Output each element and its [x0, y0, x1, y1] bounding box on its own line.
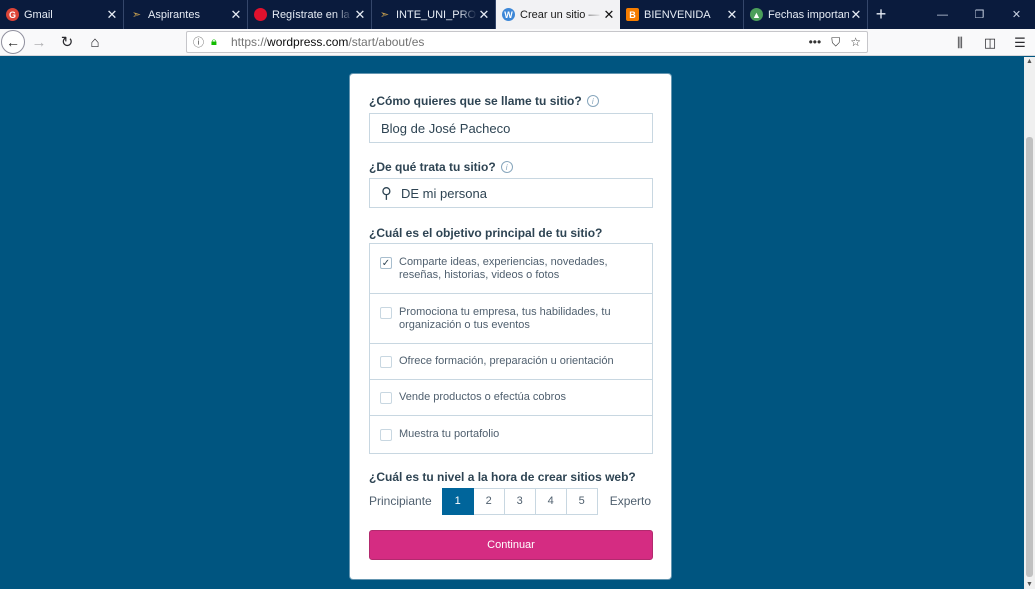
scroll-down-icon[interactable]: ▼ — [1024, 581, 1035, 588]
drive-icon: ▲ — [750, 8, 763, 21]
scrollbar-thumb[interactable] — [1026, 137, 1033, 577]
site-name-input[interactable]: Blog de José Pacheco — [369, 113, 653, 143]
page-scrollbar[interactable]: ▲ ▼ — [1024, 57, 1035, 589]
goal-option-share[interactable]: ✓ Comparte ideas, experiencias, novedade… — [370, 244, 652, 294]
search-icon: ⚲ — [381, 185, 392, 202]
level-label: ¿Cuál es tu nivel a la hora de crear sit… — [369, 470, 636, 484]
checkbox[interactable] — [380, 356, 392, 368]
close-icon[interactable]: ✕ — [477, 7, 491, 23]
tab-inte-uni[interactable]: ➣ INTE_UNI_PROPE_1 ✕ — [372, 0, 496, 29]
reload-button[interactable]: ↻ — [53, 29, 81, 56]
close-icon[interactable]: ✕ — [725, 7, 739, 23]
tab-title: BIENVENIDA — [644, 8, 711, 21]
restore-icon[interactable]: ❐ — [961, 0, 998, 29]
sidebar-icon[interactable]: ◫ — [975, 29, 1005, 56]
scroll-up-icon[interactable]: ▲ — [1024, 58, 1035, 65]
page-content: ¿Cómo quieres que se llame tu sitio? i B… — [0, 57, 1024, 589]
url-text[interactable]: https://wordpress.com/start/about/es — [231, 35, 424, 49]
menu-icon[interactable]: ☰ — [1005, 29, 1035, 56]
tab-bienvenida[interactable]: B BIENVENIDA ✕ — [620, 0, 744, 29]
level-option-5[interactable]: 5 — [565, 487, 598, 515]
wordpress-icon: W — [502, 8, 515, 21]
pocket-icon[interactable]: ⛉ — [831, 35, 840, 50]
level-option-3[interactable]: 3 — [503, 487, 536, 515]
new-tab-button[interactable]: + — [868, 0, 894, 29]
site-topic-label: ¿De qué trata tu sitio? i — [369, 160, 513, 174]
red-dot-icon — [254, 8, 267, 21]
tab-bar: G Gmail ✕ ➣ Aspirantes ✕ Regístrate en l… — [0, 0, 1035, 29]
level-option-1[interactable]: 1 — [441, 487, 474, 515]
close-icon[interactable]: ✕ — [849, 7, 863, 23]
minimize-icon[interactable]: — — [924, 0, 961, 29]
library-icon[interactable]: ⫼ — [945, 29, 975, 56]
uni-logo-icon: ➣ — [131, 9, 142, 21]
info-icon[interactable]: i — [586, 95, 599, 107]
goal-option-portfolio[interactable]: Muestra tu portafolio — [370, 416, 652, 453]
window-controls: — ❐ ✕ — [924, 0, 1035, 29]
level-min-label: Principiante — [369, 494, 432, 508]
goal-option-sell[interactable]: Vende productos o efectúa cobros — [370, 380, 652, 416]
close-icon[interactable]: ✕ — [353, 7, 367, 23]
experience-level: Principiante 1 2 3 4 5 Experto — [369, 487, 653, 515]
site-topic-input[interactable]: ⚲ DE mi persona — [369, 178, 653, 208]
back-button[interactable]: ← — [1, 30, 25, 54]
uni-logo-icon: ➣ — [379, 9, 390, 21]
blogger-icon: B — [626, 8, 639, 21]
level-option-4[interactable]: 4 — [534, 487, 567, 515]
tab-gmail[interactable]: G Gmail ✕ — [0, 0, 124, 29]
tab-crear-sitio[interactable]: W Crear un sitio — Wo ✕ — [496, 0, 620, 29]
goal-option-educate[interactable]: Ofrece formación, preparación u orientac… — [370, 344, 652, 380]
bookmark-star-icon[interactable]: ☆ — [850, 35, 861, 50]
forward-button[interactable]: → — [25, 29, 53, 56]
level-option-2[interactable]: 2 — [472, 487, 505, 515]
page-actions-icon[interactable]: ••• — [809, 35, 822, 50]
tab-registrate[interactable]: Regístrate en la UNI ✕ — [248, 0, 372, 29]
continue-button[interactable]: Continuar — [369, 530, 653, 560]
goal-option-promote[interactable]: Promociona tu empresa, tus habilidades, … — [370, 294, 652, 344]
tab-aspirantes[interactable]: ➣ Aspirantes ✕ — [124, 0, 248, 29]
tab-title: Fechas importantes — [768, 8, 849, 21]
checkbox[interactable] — [380, 429, 392, 441]
goal-options: ✓ Comparte ideas, experiencias, novedade… — [369, 243, 653, 454]
checkbox[interactable] — [380, 307, 392, 319]
cropped-subtitle — [260, 57, 760, 61]
tab-fechas[interactable]: ▲ Fechas importantes ✕ — [744, 0, 868, 29]
gmail-icon: G — [6, 8, 19, 21]
level-max-label: Experto — [609, 494, 652, 508]
home-button[interactable]: ⌂ — [81, 29, 109, 56]
lock-icon: 🔒︎ — [211, 35, 217, 48]
close-icon[interactable]: ✕ — [229, 7, 243, 23]
close-icon[interactable]: ✕ — [105, 7, 119, 23]
close-icon[interactable]: ✕ — [602, 7, 616, 23]
goal-label: ¿Cuál es el objetivo principal de tu sit… — [369, 226, 603, 240]
nav-bar: ← → ↻ ⌂ ⓘ 🔒︎ https://wordpress.com/start… — [0, 29, 1035, 56]
tab-title: Aspirantes — [148, 8, 200, 21]
site-setup-form: ¿Cómo quieres que se llame tu sitio? i B… — [350, 74, 671, 579]
url-bar[interactable]: ⓘ 🔒︎ https://wordpress.com/start/about/e… — [186, 31, 868, 53]
site-name-label: ¿Cómo quieres que se llame tu sitio? i — [369, 94, 599, 108]
level-segmented-control: 1 2 3 4 5 — [441, 487, 598, 515]
info-icon[interactable]: ⓘ — [193, 34, 209, 50]
checkbox-checked[interactable]: ✓ — [380, 257, 392, 269]
info-icon[interactable]: i — [500, 161, 513, 173]
checkbox[interactable] — [380, 392, 392, 404]
tab-title: Gmail — [24, 8, 53, 21]
close-window-icon[interactable]: ✕ — [998, 0, 1035, 29]
